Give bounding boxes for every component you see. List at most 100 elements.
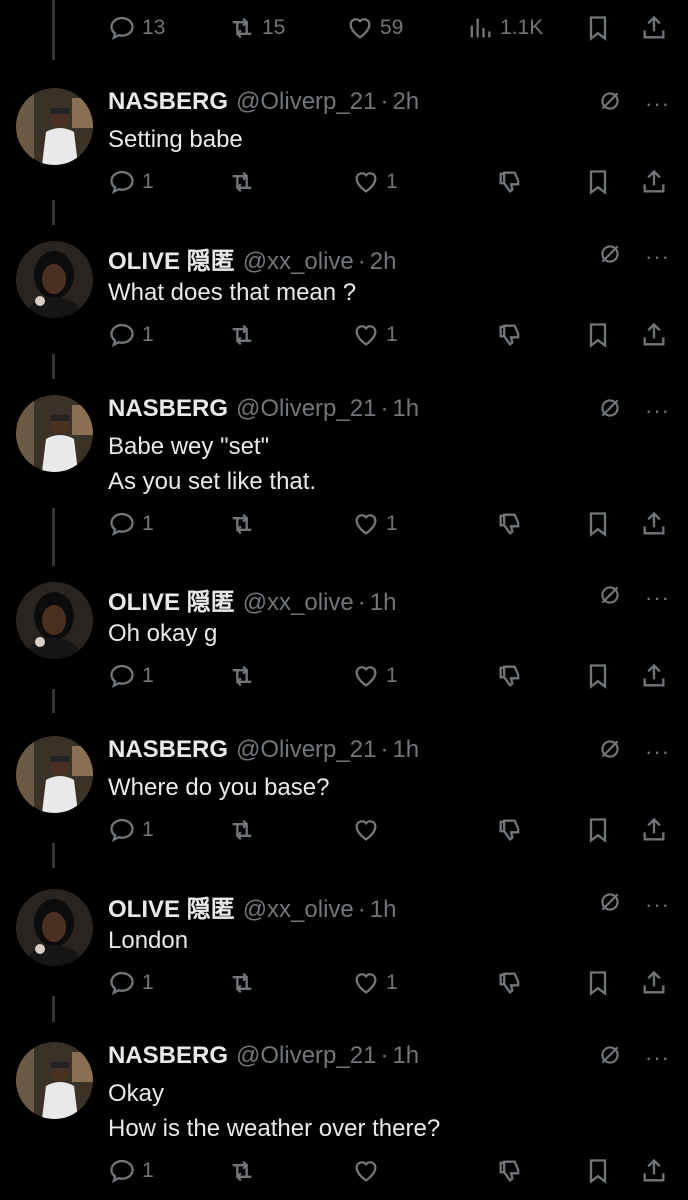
avatar[interactable] [16, 241, 93, 318]
dislike-button[interactable] [496, 662, 524, 690]
reply-button[interactable]: 1 [108, 321, 154, 349]
more-button[interactable]: ··· [645, 244, 670, 270]
like-button[interactable]: 1 [352, 168, 398, 196]
avatar[interactable] [16, 88, 93, 165]
repost-button[interactable] [228, 816, 262, 844]
reply-button[interactable]: 1 [108, 969, 154, 997]
display-name[interactable]: NASBERG [108, 736, 228, 764]
views-button[interactable]: 1.1K [466, 14, 543, 42]
grok-button[interactable] [597, 241, 623, 272]
reply-button[interactable]: 1 [108, 168, 154, 196]
bookmark-button[interactable] [584, 662, 612, 690]
share-button[interactable] [640, 1157, 668, 1185]
repost-button[interactable]: 15 [228, 14, 285, 42]
like-button[interactable]: 1 [352, 969, 398, 997]
share-button[interactable] [640, 14, 668, 42]
share-button[interactable] [640, 662, 668, 690]
timestamp[interactable]: 2h [392, 88, 419, 116]
avatar[interactable] [16, 889, 93, 966]
user-handle[interactable]: @xx_olive [243, 248, 354, 276]
repost-button[interactable] [228, 510, 262, 538]
reply-button[interactable]: 13 [108, 14, 165, 42]
reply-tweet[interactable]: OLIVE 隠匿 @xx_olive · 1h ··· London 1 1 [0, 889, 688, 1042]
repost-arrows-icon [232, 513, 252, 535]
reply-button[interactable]: 1 [108, 510, 154, 538]
display-name[interactable]: OLIVE 隠匿 [108, 582, 235, 617]
timestamp[interactable]: 2h [370, 248, 397, 276]
reply-tweet[interactable]: NASBERG @Oliverp_21 · 1h ··· Babe wey "s… [0, 395, 688, 548]
avatar[interactable] [16, 736, 93, 813]
more-button[interactable]: ··· [645, 398, 670, 424]
display-name[interactable]: NASBERG [108, 88, 228, 116]
user-handle[interactable]: @Oliverp_21 [236, 395, 376, 423]
dislike-button[interactable] [496, 168, 524, 196]
dislike-button[interactable] [496, 969, 524, 997]
repost-button[interactable] [228, 168, 262, 196]
bookmark-button[interactable] [584, 510, 612, 538]
dislike-button[interactable] [496, 816, 524, 844]
bookmark-button[interactable] [584, 1157, 612, 1185]
grok-button[interactable] [597, 1042, 623, 1073]
avatar[interactable] [16, 1042, 93, 1119]
display-name[interactable]: OLIVE 隠匿 [108, 241, 235, 276]
user-handle[interactable]: @Oliverp_21 [236, 88, 376, 116]
timestamp[interactable]: 1h [370, 896, 397, 924]
more-button[interactable]: ··· [645, 892, 670, 918]
grok-button[interactable] [597, 582, 623, 613]
user-handle[interactable]: @Oliverp_21 [236, 736, 376, 764]
reply-button[interactable]: 1 [108, 662, 154, 690]
avatar[interactable] [16, 395, 93, 472]
share-button[interactable] [640, 510, 668, 538]
timestamp[interactable]: 1h [392, 736, 419, 764]
timestamp[interactable]: 1h [392, 1042, 419, 1070]
grok-button[interactable] [597, 736, 623, 767]
more-button[interactable]: ··· [645, 91, 670, 117]
speech-bubble-icon [110, 16, 134, 40]
dislike-button[interactable] [496, 1157, 524, 1185]
reply-button[interactable]: 1 [108, 816, 154, 844]
grok-button[interactable] [597, 889, 623, 920]
dislike-button[interactable] [496, 321, 524, 349]
reply-tweet[interactable]: NASBERG @Oliverp_21 · 1h ··· Okay How is … [0, 1042, 688, 1195]
reply-tweet[interactable]: OLIVE 隠匿 @xx_olive · 2h ··· What does th… [0, 241, 688, 394]
more-button[interactable]: ··· [645, 739, 670, 765]
display-name[interactable]: NASBERG [108, 395, 228, 423]
user-handle[interactable]: @xx_olive [243, 589, 354, 617]
share-button[interactable] [640, 321, 668, 349]
grok-button[interactable] [597, 88, 623, 119]
repost-button[interactable] [228, 1157, 262, 1185]
more-button[interactable]: ··· [645, 1045, 670, 1071]
like-button[interactable]: 59 [346, 14, 403, 42]
more-button[interactable]: ··· [645, 585, 670, 611]
share-button[interactable] [640, 168, 668, 196]
user-handle[interactable]: @Oliverp_21 [236, 1042, 376, 1070]
like-button[interactable]: 1 [352, 662, 398, 690]
repost-button[interactable] [228, 969, 262, 997]
user-handle[interactable]: @xx_olive [243, 896, 354, 924]
reply-tweet[interactable]: NASBERG @Oliverp_21 · 2h ··· Setting bab… [0, 88, 688, 241]
bookmark-button[interactable] [584, 321, 612, 349]
share-button[interactable] [640, 816, 668, 844]
bookmark-button[interactable] [584, 969, 612, 997]
repost-button[interactable] [228, 662, 262, 690]
display-name[interactable]: OLIVE 隠匿 [108, 889, 235, 924]
display-name[interactable]: NASBERG [108, 1042, 228, 1070]
bookmark-button[interactable] [584, 14, 612, 42]
like-button[interactable]: 1 [352, 510, 398, 538]
bookmark-button[interactable] [584, 816, 612, 844]
reply-tweet[interactable]: OLIVE 隠匿 @xx_olive · 1h ··· Oh okay g 1 … [0, 582, 688, 735]
dislike-button[interactable] [496, 510, 524, 538]
grok-button[interactable] [597, 395, 623, 426]
reply-button[interactable]: 1 [108, 1157, 154, 1185]
repost-button[interactable] [228, 321, 262, 349]
share-button[interactable] [640, 969, 668, 997]
timestamp[interactable]: 1h [370, 589, 397, 617]
reply-tweet[interactable]: NASBERG @Oliverp_21 · 1h ··· Where do yo… [0, 736, 688, 889]
tweet-header-actions: ··· [597, 241, 670, 272]
bookmark-button[interactable] [584, 168, 612, 196]
like-button[interactable]: 1 [352, 321, 398, 349]
timestamp[interactable]: 1h [392, 395, 419, 423]
like-button[interactable] [352, 1157, 386, 1185]
avatar[interactable] [16, 582, 93, 659]
like-button[interactable] [352, 816, 386, 844]
